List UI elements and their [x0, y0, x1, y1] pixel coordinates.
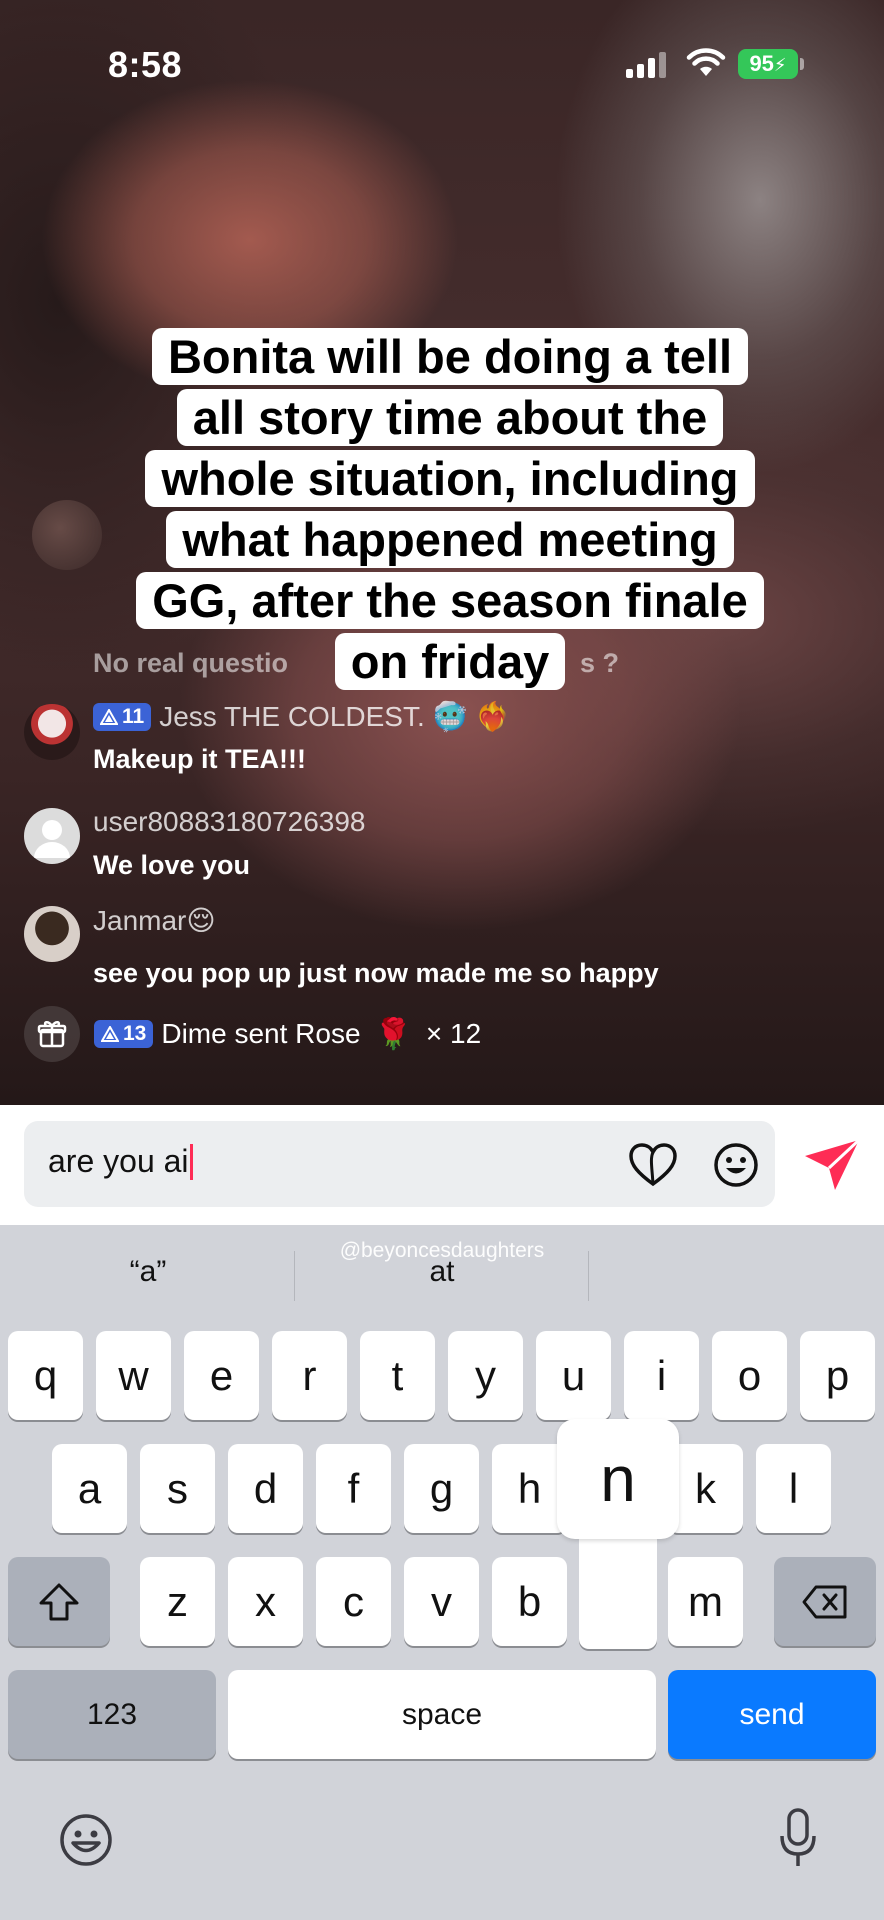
battery-indicator: 95⚡	[738, 49, 798, 79]
key-b[interactable]: b	[492, 1557, 567, 1646]
avatar[interactable]	[24, 704, 80, 760]
shift-key[interactable]	[8, 1557, 110, 1646]
send-icon[interactable]	[803, 1138, 861, 1192]
suggestion-divider	[588, 1251, 589, 1301]
caption-line: on friday	[334, 633, 566, 690]
key-popup-letter: n	[557, 1419, 679, 1539]
backspace-icon	[802, 1585, 847, 1618]
key-r[interactable]: r	[272, 1331, 347, 1420]
caption-line: what happened meeting	[166, 511, 734, 568]
key-g[interactable]: g	[404, 1444, 479, 1533]
gift-count: × 12	[425, 1018, 482, 1049]
key-q[interactable]: q	[8, 1331, 83, 1420]
commenter-avatar-partial	[32, 500, 102, 570]
status-bar: 8:58 95⚡	[0, 0, 884, 130]
comment-username[interactable]: Jess THE COLDEST.	[159, 701, 425, 733]
key-t[interactable]: t	[360, 1331, 435, 1420]
comment-username[interactable]: user80883180726398	[93, 806, 365, 838]
battery-cap	[800, 58, 804, 70]
gift-text: Dime sent Rose	[161, 1018, 361, 1049]
key-popup-n: n	[557, 1419, 679, 1649]
key-z[interactable]: z	[140, 1557, 215, 1646]
gift-notification: 13 Dime sent Rose 🌹 × 12	[24, 1006, 481, 1062]
key-f[interactable]: f	[316, 1444, 391, 1533]
key-p[interactable]: p	[800, 1331, 875, 1420]
rose-emoji: 🌹	[374, 1017, 412, 1051]
key-u[interactable]: u	[536, 1331, 611, 1420]
suggestion-divider	[294, 1251, 295, 1301]
gift-icon	[24, 1006, 80, 1062]
emoji-icon[interactable]	[712, 1141, 760, 1189]
keyboard-emoji-icon[interactable]	[58, 1812, 114, 1868]
level-number: 11	[122, 704, 145, 728]
key-s[interactable]: s	[140, 1444, 215, 1533]
battery-level: 95	[749, 51, 774, 76]
caption-line: whole situation, including	[145, 450, 755, 507]
key-h[interactable]: h	[492, 1444, 567, 1533]
key-x[interactable]: x	[228, 1557, 303, 1646]
backspace-key[interactable]	[774, 1557, 876, 1646]
key-l[interactable]: l	[756, 1444, 831, 1533]
key-a[interactable]: a	[52, 1444, 127, 1533]
key-m[interactable]: m	[668, 1557, 743, 1646]
key-e[interactable]: e	[184, 1331, 259, 1420]
key-v[interactable]: v	[404, 1557, 479, 1646]
microphone-icon[interactable]	[778, 1808, 818, 1870]
level-badge: 11	[93, 702, 152, 731]
comment-input-bar: are you ai	[0, 1105, 884, 1225]
comment-text: see you pop up just now made me so happy	[93, 958, 659, 988]
key-d[interactable]: d	[228, 1444, 303, 1533]
numbers-key[interactable]: 123	[8, 1670, 216, 1759]
key-k[interactable]: k	[668, 1444, 743, 1533]
video-caption: Bonita will be doing a tell all story ti…	[110, 326, 790, 692]
comment-input-value[interactable]: are you ai	[48, 1143, 189, 1180]
caption-line: Bonita will be doing a tell	[151, 328, 749, 385]
key-y[interactable]: y	[448, 1331, 523, 1420]
diamond-icon	[101, 1026, 119, 1042]
diamond-icon	[100, 708, 118, 725]
comment-input[interactable]: are you ai	[24, 1121, 775, 1207]
heart-icon[interactable]	[628, 1141, 678, 1189]
key-w[interactable]: w	[96, 1331, 171, 1420]
cellular-signal-icon	[626, 52, 666, 78]
avatar[interactable]	[24, 906, 80, 962]
status-time: 8:58	[108, 44, 183, 85]
suggestion-item[interactable]: “a”	[70, 1255, 226, 1289]
comment-text: Makeup it TEA!!!	[93, 744, 306, 774]
username-emoji: 😌	[186, 905, 216, 936]
space-key[interactable]: space	[228, 1670, 656, 1759]
text-cursor	[189, 1143, 193, 1180]
comment-username[interactable]: Janmar	[93, 905, 186, 937]
key-c[interactable]: c	[316, 1557, 391, 1646]
shift-icon	[39, 1583, 79, 1620]
level-badge: 13	[94, 1020, 154, 1048]
default-avatar-icon	[34, 820, 70, 858]
key-o[interactable]: o	[712, 1331, 787, 1420]
avatar[interactable]	[24, 808, 80, 864]
level-number: 13	[123, 1022, 147, 1045]
comment-text: We love you	[93, 850, 251, 880]
suggestion-item[interactable]: at	[300, 1255, 584, 1289]
caption-line: all story time about the	[176, 389, 724, 446]
key-i[interactable]: i	[624, 1331, 699, 1420]
caption-line: GG, after the season finale	[136, 572, 764, 629]
wifi-icon	[686, 48, 726, 76]
username-emoji: 🥶 ❤️‍🔥	[432, 701, 511, 732]
keyboard-send-key[interactable]: send	[668, 1670, 876, 1759]
